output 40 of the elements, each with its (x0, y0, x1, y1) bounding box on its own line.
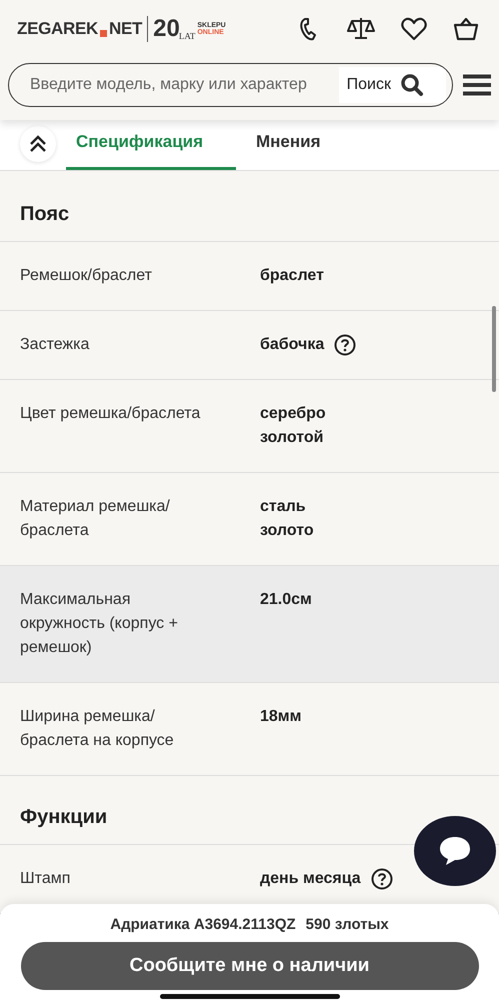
logo-years: 20 (153, 17, 180, 41)
notify-button[interactable]: Сообщите мне о наличии (20, 942, 478, 990)
spec-value: 21.0см (260, 590, 312, 610)
spec-value: золотой (260, 428, 324, 448)
spec-label: Максимальная окружность (корпус + ремешок) (20, 590, 179, 658)
scroll-up-button[interactable] (20, 126, 56, 162)
spec-value: браслет (260, 266, 324, 286)
tab[interactable]: Спецификация (66, 122, 236, 170)
logo-brand[interactable]: NET (109, 19, 142, 39)
spec-label: Цвет ремешка/браслета (20, 404, 202, 424)
spec-label: Материал ремешка/ браслета (20, 497, 171, 541)
spec-value: золото (260, 521, 314, 541)
help-icon[interactable] (370, 868, 393, 890)
help-icon[interactable] (334, 334, 356, 356)
spec-label: Штамп (20, 869, 72, 889)
product-name: Адриатика A3694.2113QZ (110, 916, 296, 933)
menu-icon[interactable] (463, 74, 491, 96)
double-chevron-up-icon (28, 135, 48, 153)
scrollbar[interactable] (492, 306, 496, 392)
spec-value: серебро (260, 404, 326, 424)
spec-value: день месяца (260, 869, 361, 889)
spec-label: Застежка (20, 335, 90, 355)
search-button[interactable]: Поиск (338, 67, 446, 103)
scales-icon[interactable] (347, 16, 375, 42)
search-icon (400, 73, 424, 97)
spec-value: 18мм (260, 707, 302, 727)
heart-icon[interactable] (401, 17, 427, 41)
tab[interactable]: Мнения (246, 122, 341, 170)
spec-label: Ремешок/браслет (20, 266, 153, 286)
spec-value: сталь (260, 497, 307, 517)
logo-lat: LAT (178, 31, 196, 41)
chat-bubble-icon (438, 835, 472, 867)
search-field[interactable]: Введите модель, марку или характер Поиск (8, 63, 453, 107)
basket-icon[interactable] (453, 16, 479, 42)
spec-value: бабочка (260, 335, 324, 355)
product-price: 590 злотых (306, 916, 389, 933)
spec-label: Ширина ремешка/ браслета на корпусе (20, 707, 175, 751)
logo-square-icon (100, 30, 108, 37)
logo-brand[interactable]: ZEGAREK (17, 19, 98, 39)
section-heading: Пояс (0, 171, 499, 242)
